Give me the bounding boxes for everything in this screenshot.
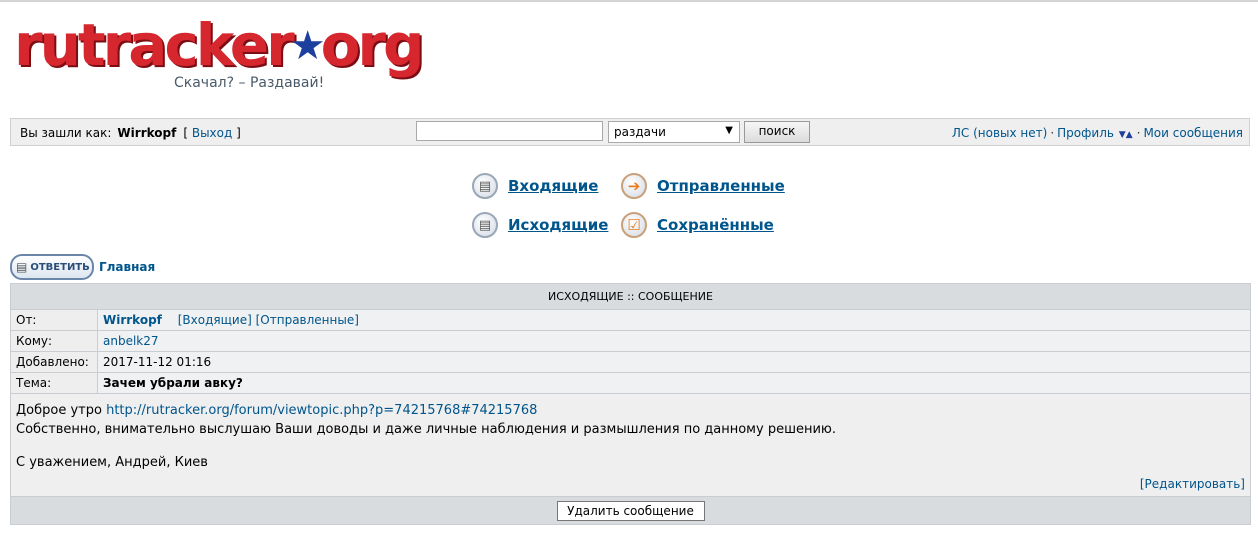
dropdown-arrow-icon: ▼ [725,125,733,136]
logout-bracket-open: [ [183,126,189,140]
profile-link[interactable]: Профиль [1057,126,1114,140]
search-button[interactable]: поиск [744,121,810,143]
username: Wirrkopf [117,126,177,140]
row-subject: Тема: Зачем убрали авку? [10,372,1251,394]
folder-sent-link[interactable]: Отправленные [657,177,785,195]
body-line-1: Доброе утро http://rutracker.org/forum/v… [16,401,1245,420]
message-table: ИСХОДЯЩИЕ :: СООБЩЕНИЕ От: Wirrkopf [Вхо… [10,283,1251,525]
inbox-icon: ▤ [472,173,498,199]
document-icon: ▤ [16,260,28,274]
my-messages-link[interactable]: Мои сообщения [1143,126,1243,140]
logo-ru-text: rutracker [14,11,295,79]
from-sent-link[interactable]: [Отправленные] [256,313,359,327]
logout-link[interactable]: Выход [192,126,232,140]
login-info: Вы зашли как: Wirrkopf [ Выход ] [20,126,241,140]
to-user-link[interactable]: anbelk27 [103,334,159,348]
folder-saved-link[interactable]: Сохранённые [657,216,774,234]
search-scope-select[interactable]: раздачи ▼ [608,121,740,143]
search-scope-value: раздачи [614,125,666,139]
profile-menu-icon[interactable]: ▼▲ [1119,130,1133,140]
body-signature: С уважением, Андрей, Киев [16,455,208,470]
message-footer: Удалить сообщение [10,496,1251,525]
reply-label: ОТВЕТИТЬ [30,261,90,273]
logo-org-text: org [320,11,425,79]
from-label: От: [10,309,98,331]
login-label: Вы зашли как: [20,126,112,140]
top-border [0,0,1258,2]
message-header: ИСХОДЯЩИЕ :: СООБЩЕНИЕ [10,283,1251,310]
subject-value: Зачем убрали авку? [97,372,1251,394]
row-to: Кому: anbelk27 [10,330,1251,352]
body-greeting: Доброе утро [16,403,102,418]
subject-label: Тема: [10,372,98,394]
top-bar: Вы зашли как: Wirrkopf [ Выход ] раздачи ▼… [10,118,1250,146]
row-added: Добавлено: 2017-11-12 01:16 [10,351,1251,373]
added-value: 2017-11-12 01:16 [97,351,1251,373]
search-input[interactable] [416,121,603,141]
delete-message-button[interactable]: Удалить сообщение [556,500,705,521]
outbox-icon: ▤ [472,212,498,238]
folder-outbox[interactable]: ▤ Исходящие [472,212,608,238]
from-folder-links: [Входящие] [Отправленные] [178,313,359,327]
separator-dot: · [1136,126,1141,140]
from-user-link[interactable]: Wirrkopf [103,313,162,327]
reply-button[interactable]: ▤ ОТВЕТИТЬ [10,254,94,280]
checkbox-icon: ☑ [621,212,647,238]
separator-dot: · [1050,126,1055,140]
body-line-2: Собственно, внимательно выслушаю Ваши до… [16,422,836,437]
logo-slogan: Скачал? – Раздавай! [174,75,325,91]
row-from: От: Wirrkopf [Входящие] [Отправленные] [10,309,1251,331]
to-value: anbelk27 [97,330,1251,352]
breadcrumb-home[interactable]: Главная [99,260,155,274]
folder-saved[interactable]: ☑ Сохранённые [621,212,774,238]
added-label: Добавлено: [10,351,98,373]
message-body: Доброе утро http://rutracker.org/forum/v… [10,393,1251,497]
from-inbox-link[interactable]: [Входящие] [178,313,252,327]
edit-link[interactable]: [Редактировать] [1140,477,1245,491]
site-logo[interactable]: rutracker★org Скачал? – Раздавай! [14,11,425,98]
folder-inbox-link[interactable]: Входящие [508,177,598,195]
from-value: Wirrkopf [Входящие] [Отправленные] [97,309,1251,331]
arrow-right-icon: ➔ [621,173,647,199]
logout-bracket-close: ] [236,126,241,140]
user-links: ЛС (новых нет) · Профиль ▼▲ · Мои сообщения [952,126,1243,140]
folder-inbox[interactable]: ▤ Входящие [472,173,598,199]
edit-row: [Редактировать] [16,475,1245,494]
body-link[interactable]: http://rutracker.org/forum/viewtopic.php… [106,403,537,418]
to-label: Кому: [10,330,98,352]
star-icon: ★ [289,23,326,69]
folder-sent[interactable]: ➔ Отправленные [621,173,785,199]
folder-outbox-link[interactable]: Исходящие [508,216,608,234]
pm-link[interactable]: ЛС (новых нет) [952,126,1047,140]
